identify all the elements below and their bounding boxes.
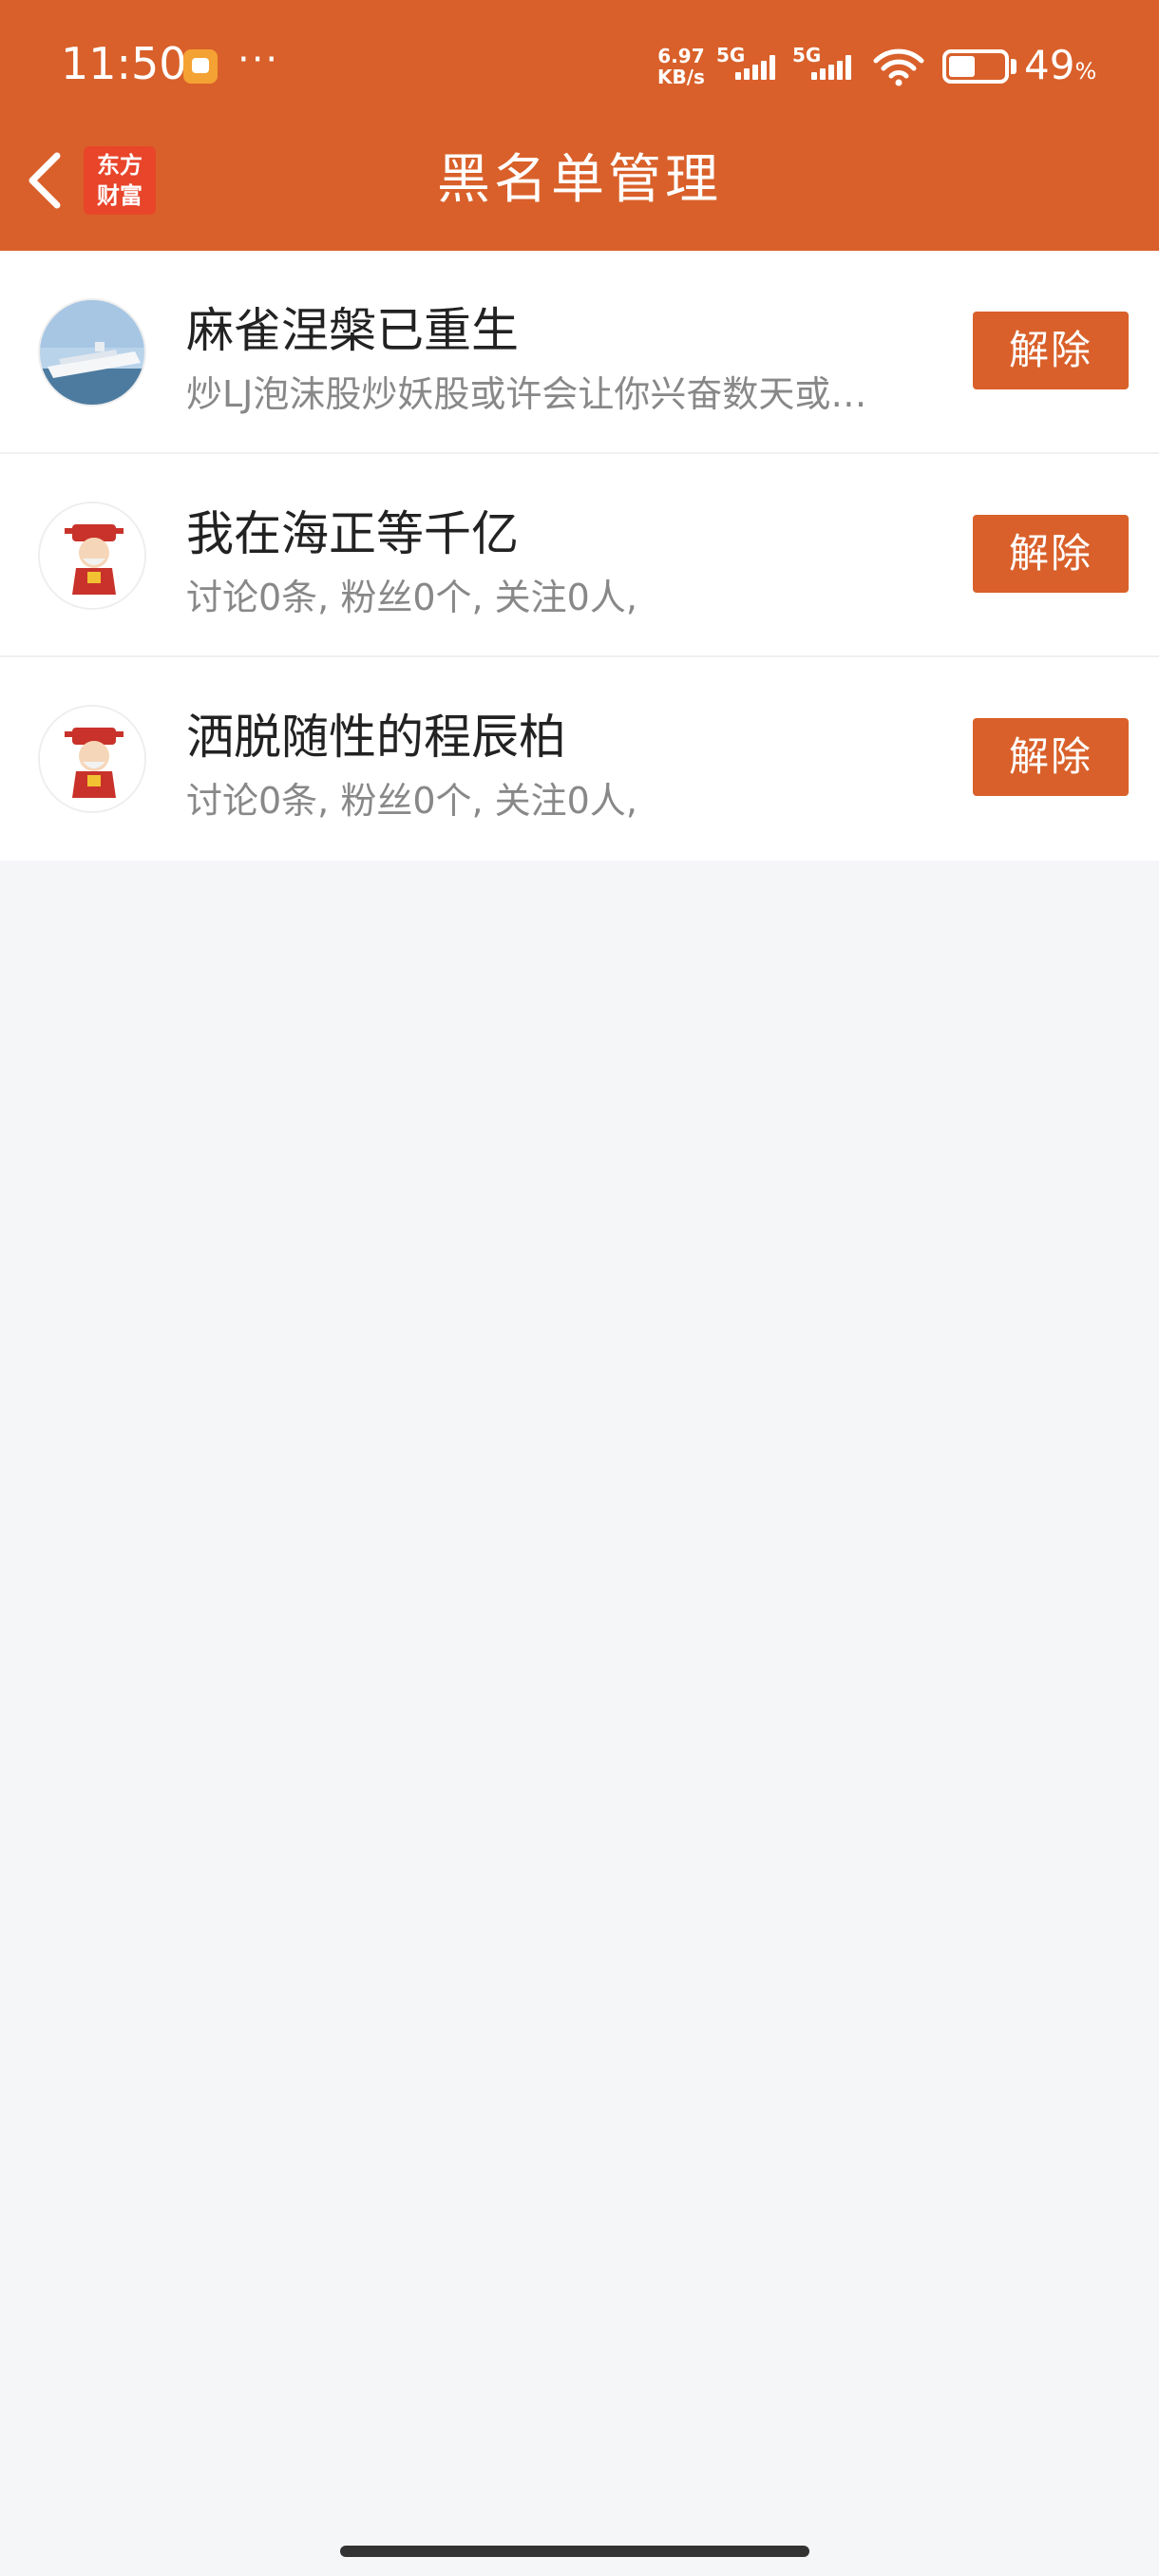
unblock-button[interactable]: 解除: [973, 312, 1129, 389]
page-title: 黑名单管理: [437, 149, 722, 211]
app-header: 11:50 ··· 6.97 KB/s 5G 5G 49% 东方 财富 黑名单管…: [0, 0, 1159, 251]
avatar[interactable]: [38, 705, 146, 813]
network-speed: 6.97 KB/s: [657, 46, 705, 87]
ship-photo-avatar: [40, 300, 144, 405]
more-notifications-icon: ···: [238, 38, 280, 82]
user-description: 讨论0条, 粉丝0个, 关注0人,: [186, 577, 637, 618]
blacklist: 麻雀涅槃已重生 炒LJ泡沫股炒妖股或许会让你兴奋数天或… 解除 我在海正等千亿 …: [0, 251, 1159, 861]
user-description: 炒LJ泡沫股炒妖股或许会让你兴奋数天或…: [186, 373, 867, 415]
sim1-network-label: 5G: [716, 44, 746, 66]
user-description: 讨论0条, 粉丝0个, 关注0人,: [186, 780, 637, 822]
list-item: 我在海正等千亿 讨论0条, 粉丝0个, 关注0人, 解除: [0, 454, 1159, 657]
caishen-cartoon-avatar: [40, 503, 144, 608]
list-item: 洒脱随性的程辰柏 讨论0条, 粉丝0个, 关注0人, 解除: [0, 657, 1159, 861]
network-speed-value: 6.97: [657, 45, 705, 67]
status-time: 11:50: [61, 38, 187, 89]
avatar[interactable]: [38, 502, 146, 610]
status-bar: 11:50 ··· 6.97 KB/s 5G 5G 49%: [0, 0, 1159, 133]
unblock-button[interactable]: 解除: [973, 718, 1129, 796]
battery-level-fill: [949, 56, 975, 77]
home-indicator[interactable]: [340, 2546, 809, 2557]
battery-percent: 49%: [1024, 42, 1097, 88]
avatar[interactable]: [38, 298, 146, 407]
network-speed-unit: KB/s: [657, 66, 705, 88]
battery-tip: [1011, 59, 1016, 74]
user-name[interactable]: 洒脱随性的程辰柏: [186, 699, 566, 767]
battery-icon: [942, 49, 1009, 84]
user-name[interactable]: 麻雀涅槃已重生: [186, 293, 519, 361]
list-item: 麻雀涅槃已重生 炒LJ泡沫股炒妖股或许会让你兴奋数天或… 解除: [0, 251, 1159, 454]
unblock-button[interactable]: 解除: [973, 515, 1129, 593]
caishen-cartoon-avatar: [40, 707, 144, 811]
sim2-network-label: 5G: [792, 44, 822, 66]
wifi-icon: [873, 48, 924, 86]
user-name[interactable]: 我在海正等千亿: [186, 496, 519, 564]
notification-app-icon: [183, 49, 218, 84]
